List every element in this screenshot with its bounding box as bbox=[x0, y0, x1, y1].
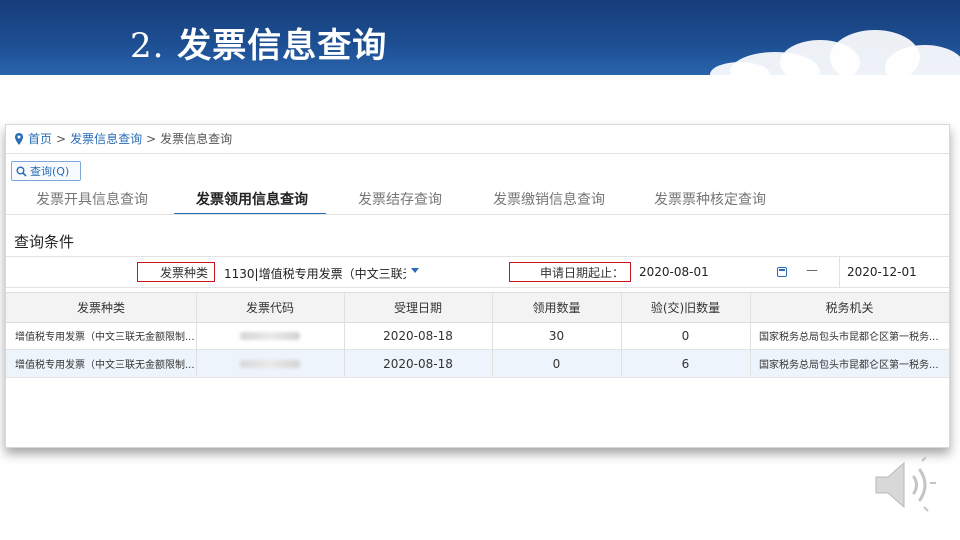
header-tax-office: 税务机关 bbox=[825, 301, 874, 315]
date-separator: — bbox=[806, 263, 818, 277]
cell-returned-qty: 0 bbox=[681, 328, 690, 343]
cell-receive-qty: 30 bbox=[548, 328, 565, 343]
caret-down-icon[interactable] bbox=[411, 268, 419, 273]
tab-bar: 发票开具信息查询 发票领用信息查询 发票结存查询 发票缴销信息查询 发票票种核定… bbox=[6, 185, 949, 215]
conditions-title: 查询条件 bbox=[14, 233, 75, 251]
tab-receive-query[interactable]: 发票领用信息查询 bbox=[196, 189, 308, 209]
query-button-label: 查询(Q) bbox=[30, 165, 70, 178]
breadcrumb-separator: > bbox=[56, 131, 67, 146]
cell-accept-date: 2020-08-18 bbox=[383, 356, 453, 371]
divider bbox=[6, 153, 949, 154]
cell-invoice-type: 增值税专用发票（中文三联无金额限制... bbox=[15, 360, 195, 371]
location-pin-icon bbox=[15, 132, 23, 145]
divider bbox=[6, 214, 949, 215]
table-row[interactable]: 增值税专用发票（中文三联无金额限制... 2020-08-18 0 6 国家税务… bbox=[6, 350, 949, 378]
table-row[interactable]: 增值税专用发票（中文三联无金额限制... 2020-08-18 30 0 国家税… bbox=[6, 322, 949, 350]
date-end-input[interactable]: 2020-12-01 bbox=[847, 265, 937, 279]
breadcrumb-separator: > bbox=[146, 131, 157, 146]
cell-accept-date: 2020-08-18 bbox=[383, 328, 453, 343]
tab-type-approval-query[interactable]: 发票票种核定查询 bbox=[654, 189, 766, 209]
slide-title-text: 发票信息查询 bbox=[177, 26, 388, 66]
cell-invoice-code bbox=[196, 350, 344, 377]
date-start-input[interactable]: 2020-08-01 bbox=[639, 265, 749, 279]
header-invoice-code: 发票代码 bbox=[245, 301, 294, 315]
slide-title: 2. 发票信息查询 bbox=[130, 18, 387, 67]
invoice-type-label: 发票种类 bbox=[137, 262, 215, 282]
invoice-type-select[interactable]: 1130|增值税专用发票（中文三联无金 bbox=[224, 265, 406, 282]
header-accept-date: 受理日期 bbox=[393, 301, 442, 315]
breadcrumb-current: 发票信息查询 bbox=[160, 132, 233, 146]
cell-receive-qty: 0 bbox=[552, 356, 561, 371]
breadcrumb: 首页 > 发票信息查询 > 发票信息查询 bbox=[14, 130, 232, 147]
date-range-label: 申请日期起止： bbox=[509, 262, 631, 282]
search-icon bbox=[16, 166, 27, 177]
breadcrumb-home[interactable]: 首页 bbox=[28, 130, 52, 147]
header-returned-qty: 验(交)旧数量 bbox=[650, 301, 721, 315]
query-button[interactable]: 查询(Q) bbox=[11, 161, 81, 181]
cell-tax-office: 国家税务总局包头市昆都仑区第一税务... bbox=[759, 332, 939, 343]
divider bbox=[839, 257, 840, 287]
cell-invoice-type: 增值税专用发票（中文三联无金额限制... bbox=[15, 332, 195, 343]
tab-cancel-query[interactable]: 发票缴销信息查询 bbox=[493, 189, 605, 209]
tab-issue-query[interactable]: 发票开具信息查询 bbox=[36, 189, 148, 209]
conditions-row: 发票种类 1130|增值税专用发票（中文三联无金 申请日期起止： 2020-08… bbox=[6, 256, 949, 288]
slide-header: 2. 发票信息查询 bbox=[0, 0, 960, 75]
cell-returned-qty: 6 bbox=[681, 356, 690, 371]
cell-invoice-code bbox=[196, 322, 344, 349]
slide-number: 2. bbox=[130, 26, 165, 66]
calendar-icon[interactable] bbox=[777, 267, 787, 277]
table-header: 发票种类 发票代码 受理日期 领用数量 验(交)旧数量 税务机关 bbox=[6, 292, 949, 323]
header-receive-qty: 领用数量 bbox=[532, 301, 581, 315]
speaker-icon[interactable] bbox=[870, 455, 940, 515]
header-invoice-type: 发票种类 bbox=[76, 301, 125, 315]
query-panel: 首页 > 发票信息查询 > 发票信息查询 查询(Q) 发票开具信息查询 发票领用… bbox=[5, 124, 950, 448]
tab-stock-query[interactable]: 发票结存查询 bbox=[358, 189, 442, 209]
cell-tax-office: 国家税务总局包头市昆都仑区第一税务... bbox=[759, 360, 939, 371]
breadcrumb-invoice-query[interactable]: 发票信息查询 bbox=[70, 130, 142, 147]
